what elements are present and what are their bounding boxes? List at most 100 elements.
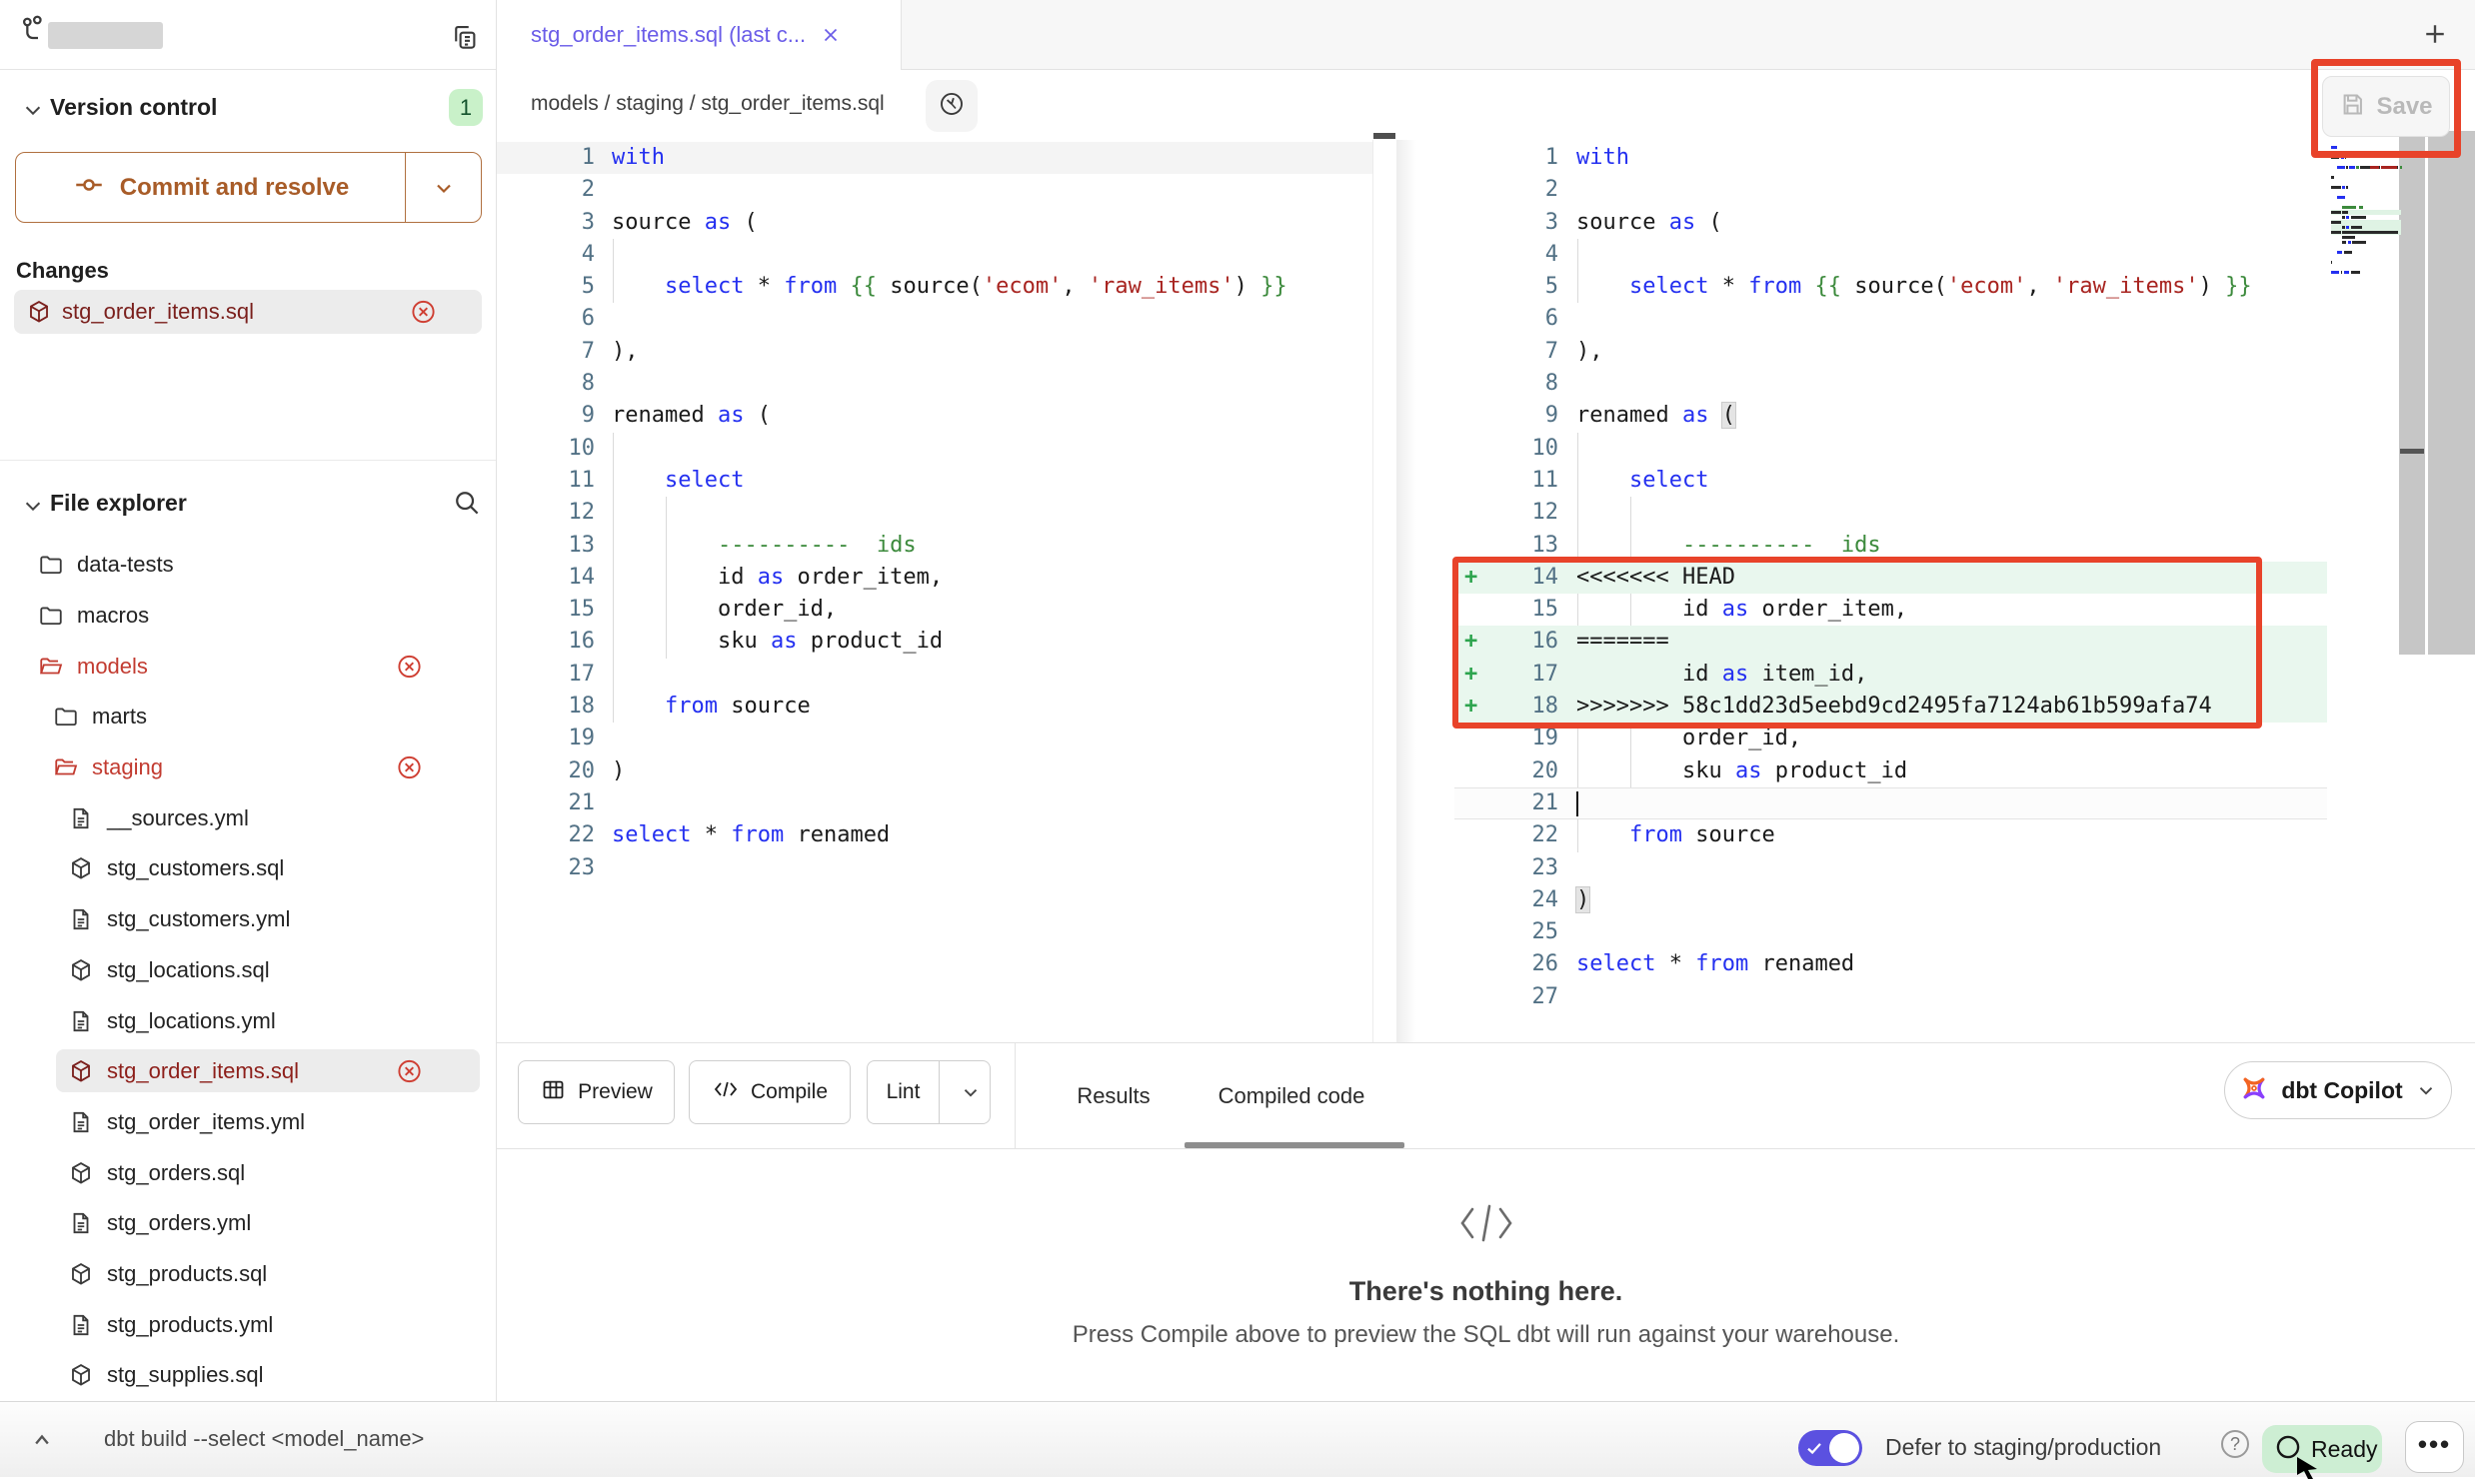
code-line: 8	[497, 368, 1372, 400]
file-item[interactable]: stg_products.sql	[0, 1249, 496, 1300]
lint-button[interactable]: Lint	[867, 1060, 991, 1124]
tab-stg-order-items[interactable]: stg_order_items.sql (last c...	[497, 0, 902, 70]
branch-name-placeholder	[48, 22, 163, 49]
code-icon	[712, 1077, 740, 1107]
code-line: 24)	[1454, 884, 2327, 916]
folder-icon	[53, 704, 79, 730]
commit-and-resolve-main[interactable]: Commit and resolve	[16, 153, 406, 222]
file-item[interactable]: macros	[0, 591, 496, 642]
chevron-down-icon[interactable]	[22, 99, 44, 126]
file-item-label: stg_locations.yml	[107, 1008, 276, 1034]
file-item[interactable]: staging	[0, 742, 496, 793]
search-icon[interactable]	[452, 488, 482, 523]
dbt-copilot-button[interactable]: dbt Copilot	[2224, 1061, 2452, 1119]
chevron-down-icon[interactable]	[22, 495, 44, 522]
chevron-up-icon[interactable]	[28, 1426, 56, 1454]
commit-dropdown-button[interactable]	[406, 153, 481, 222]
file-item[interactable]: stg_supplies.sql	[0, 1350, 496, 1401]
help-icon[interactable]: ?	[2221, 1430, 2249, 1458]
code-line: 26select * from renamed	[1454, 948, 2327, 980]
breadcrumb[interactable]: models / staging / stg_order_items.sql	[531, 92, 885, 116]
model-icon	[68, 957, 94, 983]
compile-label: Compile	[751, 1080, 828, 1104]
file-item-label: macros	[77, 603, 149, 629]
discard-change-icon[interactable]	[396, 653, 423, 680]
copilot-label: dbt Copilot	[2281, 1077, 2402, 1104]
file-item-label: stg_orders.yml	[107, 1210, 251, 1236]
save-button[interactable]: Save	[2322, 76, 2450, 137]
lint-label[interactable]: Lint	[868, 1061, 940, 1123]
file-item-label: data-tests	[77, 552, 174, 578]
file-item[interactable]: data-tests	[0, 540, 496, 591]
code-line: 19	[497, 723, 1372, 754]
file-item[interactable]: stg_products.yml	[0, 1299, 496, 1350]
file-item[interactable]: marts	[0, 692, 496, 742]
file-item[interactable]: stg_customers.sql	[0, 843, 496, 894]
code-line: 15 order_id,	[497, 594, 1372, 626]
mouse-cursor	[2295, 1457, 2325, 1484]
left-scrollbar-handle[interactable]	[1373, 133, 1395, 139]
preview-button[interactable]: Preview	[518, 1060, 675, 1124]
defer-toggle[interactable]	[1798, 1430, 1862, 1466]
code-line: 6	[1454, 303, 2327, 335]
code-line: 5 select * from {{ source('ecom', 'raw_i…	[1454, 271, 2327, 303]
copy-icon[interactable]	[450, 22, 480, 57]
changed-file-row[interactable]: stg_order_items.sql	[14, 290, 482, 334]
file-item[interactable]: __sources.yml	[0, 792, 496, 843]
code-line: 19 order_id,	[1454, 723, 2327, 754]
preview-label: Preview	[578, 1080, 653, 1104]
tab-compiled-code[interactable]: Compiled code	[1177, 1043, 1406, 1148]
discard-change-icon[interactable]	[410, 299, 437, 326]
lineage-compass-icon	[938, 90, 966, 123]
file-explorer-title[interactable]: File explorer	[50, 490, 187, 517]
code-line: 17	[497, 659, 1372, 691]
file-item[interactable]: stg_orders.yml	[0, 1198, 496, 1249]
code-line: 2	[497, 174, 1372, 206]
close-icon[interactable]	[820, 24, 842, 46]
file-item[interactable]: stg_customers.yml	[0, 894, 496, 945]
file-item[interactable]: stg_order_items.yml	[0, 1097, 496, 1148]
file-item-label: stg_locations.sql	[107, 957, 270, 983]
model-icon	[68, 1261, 94, 1287]
discard-change-icon[interactable]	[396, 1058, 423, 1085]
file-item[interactable]: stg_locations.sql	[0, 945, 496, 996]
sidebar-header	[0, 0, 496, 70]
code-line: 18 from source	[497, 691, 1372, 723]
more-options-button[interactable]: •••	[2405, 1421, 2464, 1473]
discard-change-icon[interactable]	[396, 754, 423, 781]
file-item-label: stg_products.yml	[107, 1312, 273, 1338]
file-item[interactable]: stg_locations.yml	[0, 995, 496, 1046]
lineage-button[interactable]	[926, 80, 978, 132]
scrollbar-handle[interactable]	[2400, 449, 2424, 454]
minimap[interactable]	[2331, 145, 2401, 285]
file-item-label: __sources.yml	[107, 805, 249, 831]
lint-dropdown[interactable]	[951, 1081, 990, 1103]
window-scrollbar[interactable]	[2428, 131, 2475, 655]
code-line: 20 sku as product_id	[1454, 755, 2327, 787]
empty-state-subtitle: Press Compile above to preview the SQL d…	[1073, 1321, 1900, 1349]
chevron-down-icon	[2415, 1079, 2437, 1101]
commit-and-resolve-button[interactable]: Commit and resolve	[15, 152, 482, 223]
new-tab-icon[interactable]	[2420, 19, 2450, 49]
code-line: 16+=======	[1454, 626, 2327, 658]
compile-button[interactable]: Compile	[689, 1060, 851, 1124]
model-icon	[68, 1160, 94, 1186]
command-input[interactable]: dbt build --select <model_name>	[104, 1426, 424, 1452]
version-control-badge: 1	[449, 89, 483, 126]
editor-pane-left[interactable]: 1with23source as (45 select * from {{ so…	[497, 140, 1372, 1042]
version-control-title[interactable]: Version control	[50, 94, 217, 121]
file-item[interactable]: stg_order_items.sql	[0, 1046, 496, 1097]
editor-scrollbar[interactable]	[2399, 131, 2425, 655]
code-line: 25	[1454, 916, 2327, 948]
code-line: 27	[1454, 981, 2327, 1013]
tab-results[interactable]: Results	[1064, 1043, 1164, 1148]
editor-scroll-gutter	[1372, 140, 1396, 1042]
model-icon	[26, 299, 52, 325]
section-divider	[0, 460, 496, 461]
changed-file-name: stg_order_items.sql	[62, 299, 254, 325]
doc-icon	[68, 906, 94, 932]
file-item[interactable]: models	[0, 641, 496, 692]
code-line: 23	[497, 852, 1372, 884]
editor-pane-right[interactable]: 1with23source as (45 select * from {{ so…	[1396, 140, 2475, 1042]
file-item[interactable]: stg_orders.sql	[0, 1147, 496, 1198]
